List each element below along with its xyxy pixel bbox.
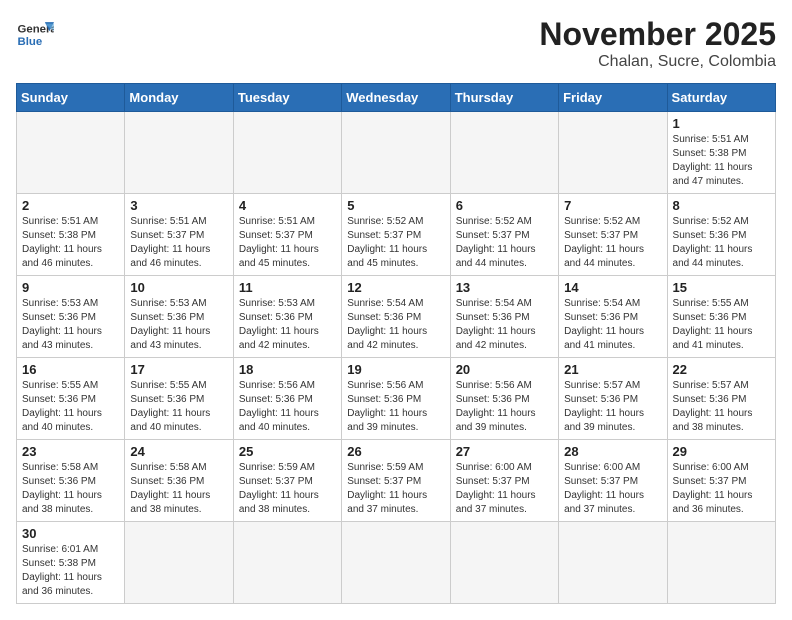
day-empty [125, 112, 233, 194]
day-empty [342, 112, 450, 194]
day-29: 29 Sunrise: 6:00 AMSunset: 5:37 PMDaylig… [667, 440, 775, 522]
header-saturday: Saturday [667, 84, 775, 112]
calendar-row-1: 1 Sunrise: 5:51 AMSunset: 5:38 PMDayligh… [17, 112, 776, 194]
day-27: 27 Sunrise: 6:00 AMSunset: 5:37 PMDaylig… [450, 440, 558, 522]
calendar-row-2: 2 Sunrise: 5:51 AMSunset: 5:38 PMDayligh… [17, 194, 776, 276]
header-wednesday: Wednesday [342, 84, 450, 112]
day-28: 28 Sunrise: 6:00 AMSunset: 5:37 PMDaylig… [559, 440, 667, 522]
day-empty [233, 522, 341, 604]
header: General Blue November 2025 Chalan, Sucre… [16, 16, 776, 71]
svg-text:Blue: Blue [18, 36, 43, 48]
header-sunday: Sunday [17, 84, 125, 112]
day-empty [559, 112, 667, 194]
day-2: 2 Sunrise: 5:51 AMSunset: 5:38 PMDayligh… [17, 194, 125, 276]
day-20: 20 Sunrise: 5:56 AMSunset: 5:36 PMDaylig… [450, 358, 558, 440]
day-empty [559, 522, 667, 604]
day-9: 9 Sunrise: 5:53 AMSunset: 5:36 PMDayligh… [17, 276, 125, 358]
day-14: 14 Sunrise: 5:54 AMSunset: 5:36 PMDaylig… [559, 276, 667, 358]
day-empty [450, 522, 558, 604]
day-22: 22 Sunrise: 5:57 AMSunset: 5:36 PMDaylig… [667, 358, 775, 440]
day-empty [342, 522, 450, 604]
day-17: 17 Sunrise: 5:55 AMSunset: 5:36 PMDaylig… [125, 358, 233, 440]
header-thursday: Thursday [450, 84, 558, 112]
day-4: 4 Sunrise: 5:51 AMSunset: 5:37 PMDayligh… [233, 194, 341, 276]
day-empty [233, 112, 341, 194]
day-empty [667, 522, 775, 604]
month-year-title: November 2025 [539, 16, 776, 53]
day-10: 10 Sunrise: 5:53 AMSunset: 5:36 PMDaylig… [125, 276, 233, 358]
day-19: 19 Sunrise: 5:56 AMSunset: 5:36 PMDaylig… [342, 358, 450, 440]
day-13: 13 Sunrise: 5:54 AMSunset: 5:36 PMDaylig… [450, 276, 558, 358]
header-friday: Friday [559, 84, 667, 112]
day-15: 15 Sunrise: 5:55 AMSunset: 5:36 PMDaylig… [667, 276, 775, 358]
title-section: November 2025 Chalan, Sucre, Colombia [539, 16, 776, 71]
day-6: 6 Sunrise: 5:52 AMSunset: 5:37 PMDayligh… [450, 194, 558, 276]
day-24: 24 Sunrise: 5:58 AMSunset: 5:36 PMDaylig… [125, 440, 233, 522]
day-12: 12 Sunrise: 5:54 AMSunset: 5:36 PMDaylig… [342, 276, 450, 358]
day-25: 25 Sunrise: 5:59 AMSunset: 5:37 PMDaylig… [233, 440, 341, 522]
day-5: 5 Sunrise: 5:52 AMSunset: 5:37 PMDayligh… [342, 194, 450, 276]
day-8: 8 Sunrise: 5:52 AMSunset: 5:36 PMDayligh… [667, 194, 775, 276]
header-monday: Monday [125, 84, 233, 112]
calendar-row-4: 16 Sunrise: 5:55 AMSunset: 5:36 PMDaylig… [17, 358, 776, 440]
calendar: Sunday Monday Tuesday Wednesday Thursday… [16, 83, 776, 604]
day-empty [17, 112, 125, 194]
header-tuesday: Tuesday [233, 84, 341, 112]
day-26: 26 Sunrise: 5:59 AMSunset: 5:37 PMDaylig… [342, 440, 450, 522]
day-21: 21 Sunrise: 5:57 AMSunset: 5:36 PMDaylig… [559, 358, 667, 440]
location-label: Chalan, Sucre, Colombia [539, 53, 776, 71]
calendar-row-5: 23 Sunrise: 5:58 AMSunset: 5:36 PMDaylig… [17, 440, 776, 522]
calendar-row-3: 9 Sunrise: 5:53 AMSunset: 5:36 PMDayligh… [17, 276, 776, 358]
day-1: 1 Sunrise: 5:51 AMSunset: 5:38 PMDayligh… [667, 112, 775, 194]
day-11: 11 Sunrise: 5:53 AMSunset: 5:36 PMDaylig… [233, 276, 341, 358]
day-3: 3 Sunrise: 5:51 AMSunset: 5:37 PMDayligh… [125, 194, 233, 276]
day-16: 16 Sunrise: 5:55 AMSunset: 5:36 PMDaylig… [17, 358, 125, 440]
day-empty [125, 522, 233, 604]
day-7: 7 Sunrise: 5:52 AMSunset: 5:37 PMDayligh… [559, 194, 667, 276]
logo: General Blue [16, 16, 54, 54]
day-23: 23 Sunrise: 5:58 AMSunset: 5:36 PMDaylig… [17, 440, 125, 522]
day-30: 30 Sunrise: 6:01 AMSunset: 5:38 PMDaylig… [17, 522, 125, 604]
logo-icon: General Blue [16, 16, 54, 54]
weekday-header-row: Sunday Monday Tuesday Wednesday Thursday… [17, 84, 776, 112]
day-empty [450, 112, 558, 194]
calendar-row-6: 30 Sunrise: 6:01 AMSunset: 5:38 PMDaylig… [17, 522, 776, 604]
day-18: 18 Sunrise: 5:56 AMSunset: 5:36 PMDaylig… [233, 358, 341, 440]
